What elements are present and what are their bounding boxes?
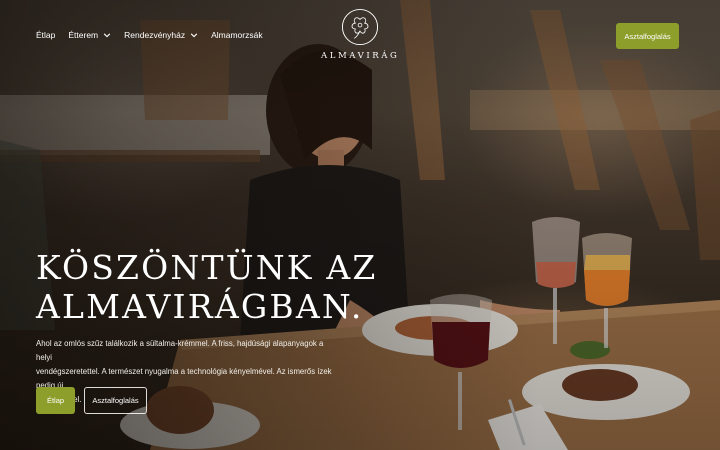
hero-headline: KÖSZÖNTÜNK AZ ALMAVIRÁGBAN. [36, 248, 378, 326]
nav-item-etlap[interactable]: Étlap [36, 30, 55, 40]
main-nav: Étlap Étterem Rendezvényház Almamorzsák [36, 30, 263, 40]
nav-item-label: Rendezvényház [124, 30, 186, 40]
menu-button[interactable]: Étlap [36, 387, 75, 414]
nav-item-label: Almamorzsák [211, 30, 263, 40]
nav-item-label: Étlap [36, 30, 56, 40]
apple-blossom-icon [341, 8, 379, 46]
chevron-down-icon [190, 33, 198, 38]
description-line: élményekkel. [36, 393, 336, 407]
nav-item-almamorzsak[interactable]: Almamorzsák [211, 30, 262, 40]
headline-line: KÖSZÖNTÜNK AZ [36, 248, 378, 287]
reserve-table-button[interactable]: Asztalfoglalás [616, 23, 679, 49]
brand-logo[interactable]: ALMAVIRÁG [321, 8, 399, 61]
brand-wordmark: ALMAVIRÁG [321, 51, 400, 61]
hero-section: Étlap Étterem Rendezvényház Almamorzsák … [0, 0, 720, 450]
description-line: Ahol az omlós szűz találkozik a sültalma… [36, 339, 324, 362]
hero-reserve-button[interactable]: Asztalfoglalás [84, 387, 147, 414]
chevron-down-icon [103, 33, 111, 38]
hero-description: Ahol az omlós szűz találkozik a sültalma… [36, 337, 336, 407]
nav-item-label: Étterem [68, 30, 99, 40]
headline-line: ALMAVIRÁGBAN. [36, 287, 364, 326]
description-line: vendégszeretettel. A természet nyugalma … [36, 367, 332, 390]
nav-item-rendezvenyhaz[interactable]: Rendezvényház [124, 30, 198, 40]
nav-item-etterem[interactable]: Étterem [68, 30, 111, 40]
